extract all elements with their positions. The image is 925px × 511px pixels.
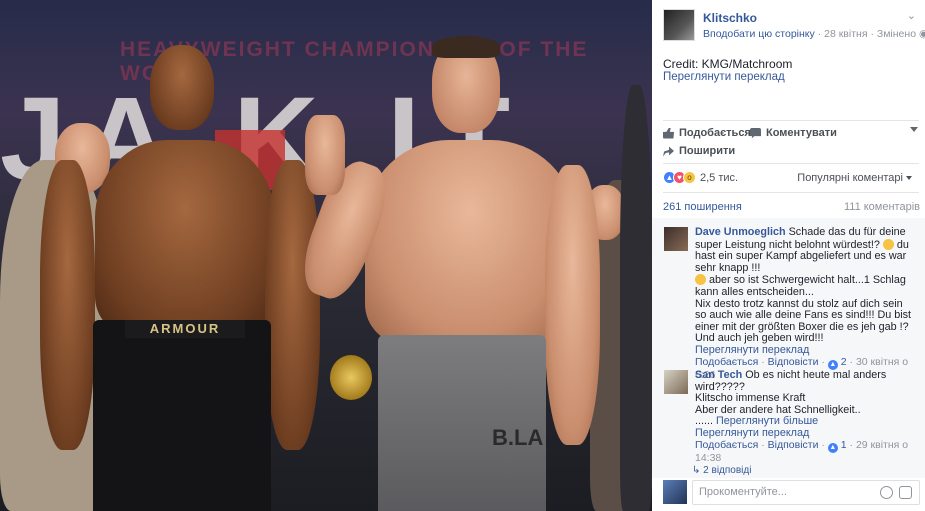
right-fighter-torso [365,140,575,345]
see-translation-link[interactable]: Переглянути переклад [695,344,809,356]
divider [663,163,919,164]
reaction-summary[interactable]: ▲ ♥ o 2,5 тис. [663,171,738,184]
right-fighter-arm [545,165,600,445]
page-avatar[interactable] [663,9,695,41]
right-fighter-pants-logo: B.LA [492,425,544,450]
reaction-count: 2,5 тис. [700,171,739,184]
post-side-panel: Klitschko Вподобати цю сторінку · 28 кві… [652,0,925,511]
share-arrow-icon [663,146,674,157]
left-fighter-head [150,45,214,130]
post-date[interactable]: 28 квітня [824,28,867,40]
comment-body: San Tech Ob es nicht heute mal anders wi… [695,369,917,464]
like-button[interactable]: Подобається [663,127,751,139]
shares-count-link[interactable]: 261 поширення [663,201,742,213]
share-button-label: Поширити [679,145,736,157]
comment-like-count[interactable]: 2 [841,356,847,368]
comment-reply-link[interactable]: Відповісти [768,356,819,368]
globe-icon: ◉ [918,28,925,40]
post-meta: Вподобати цю сторінку · 28 квітня · Змін… [703,28,925,40]
right-fighter-hand-peace [305,115,345,195]
reaction-menu-caret-icon[interactable] [910,127,918,132]
divider [663,120,919,121]
comment-author[interactable]: Dave Unmoeglich [695,226,786,238]
edited-label[interactable]: Змінено [877,28,916,40]
post-caption: Credit: KMG/Matchroom [663,57,793,71]
right-fighter-hair [432,36,500,58]
championship-belt [330,355,372,400]
follow-page-link[interactable]: Вподобати цю сторінку [703,28,815,40]
divider [663,192,919,193]
comment-actions: Подобається · Відповісти · ▲ 1 · 29 квіт… [695,439,908,464]
see-translation-link[interactable]: Переглянути переклад [695,427,809,439]
comment-sort-dropdown[interactable]: Популярні коментарі [797,172,912,184]
like-button-label: Подобається [679,127,751,139]
commenter-avatar[interactable] [664,227,688,251]
left-fighter-arm [265,160,320,450]
page-name-link[interactable]: Klitschko [703,11,757,25]
wow-reaction-icon: o [683,171,696,184]
comment-like-link[interactable]: Подобається [695,356,758,368]
share-button[interactable]: Поширити [663,145,735,157]
left-fighter-torso [95,140,275,335]
current-user-avatar [663,480,687,504]
ellipsis: ...... [695,415,713,428]
emoji-picker-icon[interactable] [880,486,893,499]
comment-like-count[interactable]: 1 [841,439,847,451]
separator: · [821,355,828,368]
see-more-link[interactable]: Переглянути більше [716,415,818,428]
sticker-picker-icon[interactable] [899,486,912,499]
view-replies-link[interactable]: ↳ 2 відповіді [692,465,751,476]
sad-emoji-icon [695,274,706,286]
commenter-avatar[interactable] [664,370,688,394]
post-photo[interactable]: HEAVYWEIGHT CHAMPIONSHIP OF THE WORLD JA… [0,0,652,511]
comments-count[interactable]: 111 коментарів [844,201,920,213]
comment-input-box[interactable] [692,480,920,505]
comment-text: Klitscho immense Kraft [695,392,806,405]
comment-like-link[interactable]: Подобається [695,439,758,451]
right-fighter-pants [378,335,546,511]
left-fighter-waistband: ARMOUR [125,320,245,338]
reply-arrow-icon: ↳ [692,465,704,476]
comment-body: Dave Unmoeglich Schade das du für deine … [695,226,917,381]
comment-button-label: Коментувати [766,127,837,139]
post-header: Klitschko Вподобати цю сторінку · 28 кві… [663,9,925,45]
left-fighter-trunks [93,320,271,511]
post-options-chevron-icon[interactable]: ⌄ [907,9,916,22]
comment-text: Nix desto trotz kannst du stolz auf dich… [695,297,912,345]
comment-text: aber so ist Schwergewicht halt...1 Schla… [695,274,906,298]
thumbs-up-icon [663,127,674,139]
comment-author[interactable]: San Tech [695,369,742,381]
comment-input[interactable] [699,486,869,498]
sad-emoji-icon [882,238,894,250]
comment-text: Aber der andere hat Schnelligkeit.. [695,403,861,416]
comment-reply-link[interactable]: Відповісти [768,439,819,451]
like-reaction-icon: ▲ [827,442,838,453]
left-fighter-arm [40,160,95,450]
crowd-figure [620,85,652,511]
comment-composer [663,479,921,506]
separator: · [821,438,828,451]
replies-count: 2 відповіді [703,465,752,476]
see-translation-link[interactable]: Переглянути переклад [663,71,785,83]
speech-bubble-icon [750,127,761,139]
comment-button[interactable]: Коментувати [750,127,837,139]
